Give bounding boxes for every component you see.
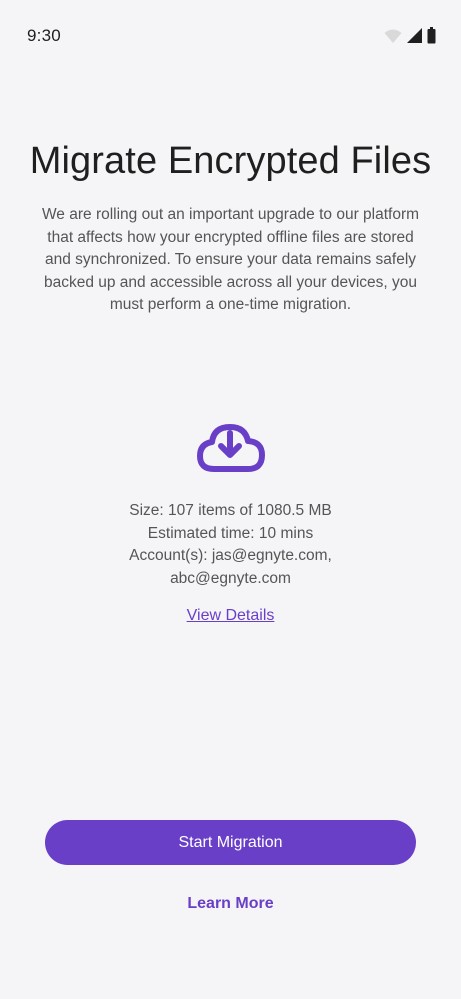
- status-icons: [384, 27, 436, 44]
- description-text: We are rolling out an important upgrade …: [41, 206, 420, 313]
- cloud-download-icon: [197, 424, 265, 472]
- start-migration-button-label: Start Migration: [178, 833, 283, 851]
- battery-icon: [427, 27, 436, 44]
- status-time: 9:30: [27, 26, 61, 45]
- start-migration-button[interactable]: Start Migration: [45, 820, 416, 865]
- wifi-icon: [384, 29, 402, 43]
- status-bar: 9:30: [0, 0, 461, 74]
- accounts-text-line2: abc@egnyte.com: [170, 569, 291, 587]
- estimated-time-text: Estimated time: 10 mins: [147, 524, 314, 542]
- view-details-link[interactable]: View Details: [0, 607, 461, 625]
- size-text: Size: 107 items of 1080.5 MB: [129, 502, 332, 519]
- learn-more-link[interactable]: Learn More: [0, 895, 461, 913]
- page-title: Migrate Encrypted Files: [29, 140, 432, 182]
- migration-info: Size: 107 items of 1080.5 MB Estimated t…: [0, 500, 461, 590]
- accounts-text-line1: Account(s): jas@egnyte.com,: [129, 547, 332, 564]
- cellular-signal-icon: [407, 28, 422, 43]
